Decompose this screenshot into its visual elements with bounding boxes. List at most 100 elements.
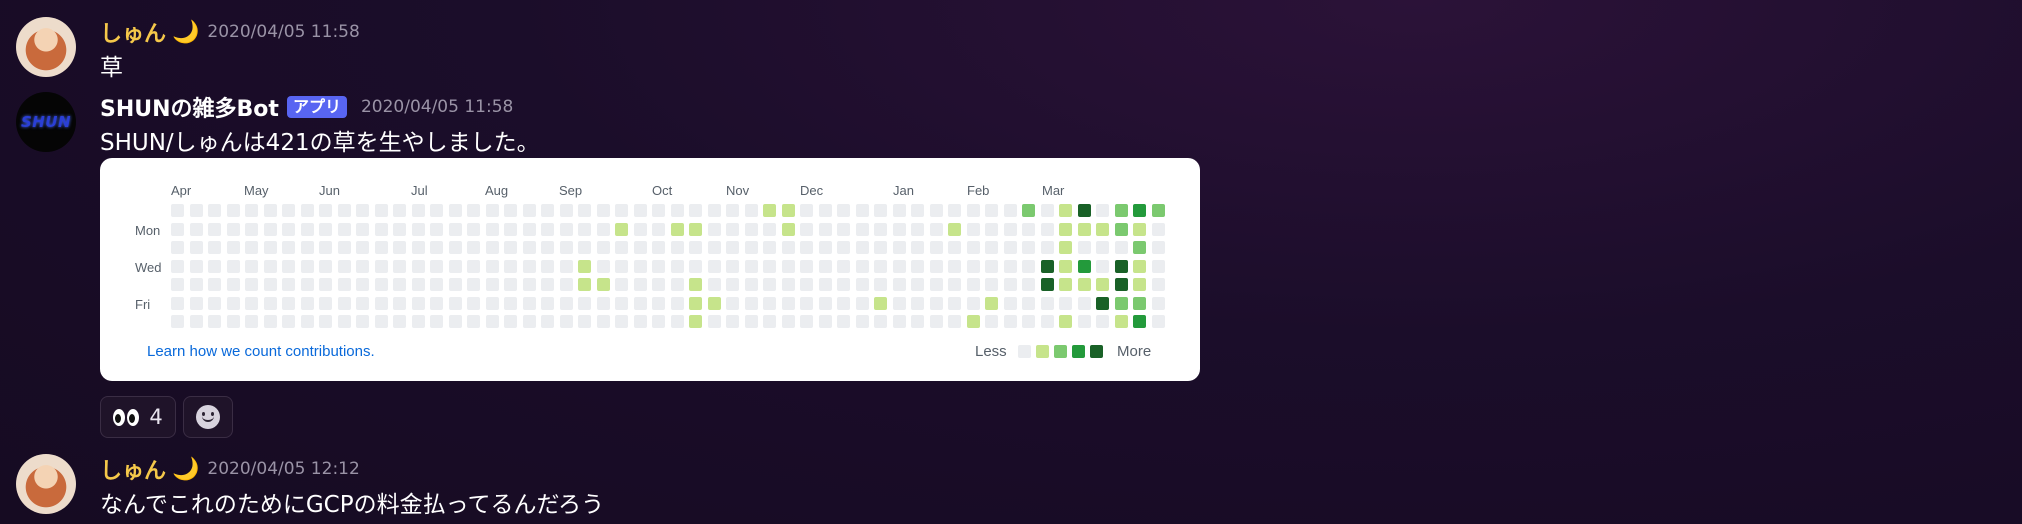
contribution-cell[interactable] bbox=[226, 204, 240, 217]
contribution-cell[interactable] bbox=[652, 222, 665, 236]
contribution-cell[interactable] bbox=[393, 259, 406, 273]
contribution-cell[interactable] bbox=[300, 278, 314, 291]
contribution-cell[interactable] bbox=[726, 222, 739, 236]
contribution-cell[interactable] bbox=[596, 204, 610, 217]
contribution-cell[interactable] bbox=[948, 259, 961, 273]
contribution-cell[interactable] bbox=[1133, 241, 1146, 254]
contribution-cell[interactable] bbox=[393, 222, 406, 236]
contribution-cell[interactable] bbox=[966, 222, 980, 236]
contribution-cell[interactable] bbox=[171, 204, 184, 217]
contribution-cell[interactable] bbox=[892, 315, 906, 328]
contribution-cell[interactable] bbox=[263, 315, 277, 328]
username[interactable]: しゅん bbox=[100, 16, 166, 48]
contribution-cell[interactable] bbox=[208, 315, 221, 328]
contribution-cell[interactable] bbox=[467, 241, 480, 254]
contribution-cell[interactable] bbox=[1022, 204, 1035, 217]
contribution-cell[interactable] bbox=[1151, 296, 1165, 310]
contribution-cell[interactable] bbox=[485, 278, 499, 291]
contribution-cell[interactable] bbox=[818, 204, 832, 217]
contribution-cell[interactable] bbox=[948, 278, 961, 291]
contribution-cell[interactable] bbox=[1133, 278, 1146, 291]
contribution-cell[interactable] bbox=[837, 315, 850, 328]
learn-contributions-link[interactable]: Learn how we count contributions. bbox=[147, 343, 375, 360]
contribution-cell[interactable] bbox=[356, 259, 369, 273]
contribution-cell[interactable] bbox=[393, 204, 406, 217]
contribution-cell[interactable] bbox=[1022, 296, 1035, 310]
contribution-cell[interactable] bbox=[689, 241, 702, 254]
contribution-cell[interactable] bbox=[1077, 278, 1091, 291]
contribution-cell[interactable] bbox=[263, 259, 277, 273]
contribution-cell[interactable] bbox=[522, 259, 536, 273]
contribution-cell[interactable] bbox=[615, 204, 628, 217]
contribution-cell[interactable] bbox=[245, 278, 258, 291]
contribution-cell[interactable] bbox=[744, 222, 758, 236]
contribution-cell[interactable] bbox=[1077, 241, 1091, 254]
contribution-cell[interactable] bbox=[633, 315, 647, 328]
contribution-cell[interactable] bbox=[374, 278, 388, 291]
contribution-cell[interactable] bbox=[911, 241, 924, 254]
contribution-cell[interactable] bbox=[578, 241, 591, 254]
contribution-cell[interactable] bbox=[1003, 222, 1017, 236]
contribution-cell[interactable] bbox=[245, 241, 258, 254]
contribution-cell[interactable] bbox=[522, 222, 536, 236]
contribution-cell[interactable] bbox=[485, 204, 499, 217]
contribution-cell[interactable] bbox=[467, 222, 480, 236]
contribution-cell[interactable] bbox=[670, 315, 684, 328]
contribution-cell[interactable] bbox=[263, 278, 277, 291]
contribution-cell[interactable] bbox=[541, 241, 554, 254]
contribution-cell[interactable] bbox=[578, 222, 591, 236]
contribution-cell[interactable] bbox=[1003, 315, 1017, 328]
contribution-cell[interactable] bbox=[430, 204, 443, 217]
contribution-cell[interactable] bbox=[448, 296, 462, 310]
contribution-cell[interactable] bbox=[966, 259, 980, 273]
contribution-cell[interactable] bbox=[837, 204, 850, 217]
bot-avatar[interactable]: SHUN bbox=[16, 92, 76, 152]
contribution-cell[interactable] bbox=[892, 278, 906, 291]
contribution-cell[interactable] bbox=[430, 259, 443, 273]
contribution-cell[interactable] bbox=[1151, 204, 1165, 217]
contribution-cell[interactable] bbox=[596, 222, 610, 236]
contribution-cell[interactable] bbox=[837, 296, 850, 310]
contribution-cell[interactable] bbox=[226, 315, 240, 328]
contribution-cell[interactable] bbox=[689, 296, 702, 310]
contribution-cell[interactable] bbox=[282, 241, 295, 254]
contribution-cell[interactable] bbox=[171, 296, 184, 310]
contribution-cell[interactable] bbox=[319, 315, 332, 328]
contribution-cell[interactable] bbox=[837, 259, 850, 273]
contribution-cell[interactable] bbox=[374, 259, 388, 273]
contribution-cell[interactable] bbox=[485, 259, 499, 273]
contribution-cell[interactable] bbox=[1096, 222, 1109, 236]
contribution-cell[interactable] bbox=[689, 259, 702, 273]
contribution-cell[interactable] bbox=[670, 278, 684, 291]
contribution-cell[interactable] bbox=[578, 204, 591, 217]
contribution-cell[interactable] bbox=[1059, 278, 1072, 291]
contribution-cell[interactable] bbox=[689, 204, 702, 217]
contribution-cell[interactable] bbox=[1059, 204, 1072, 217]
contribution-cell[interactable] bbox=[800, 278, 813, 291]
contribution-cell[interactable] bbox=[1059, 315, 1072, 328]
contribution-cell[interactable] bbox=[633, 204, 647, 217]
contribution-cell[interactable] bbox=[411, 241, 425, 254]
contribution-cell[interactable] bbox=[1151, 222, 1165, 236]
contribution-cell[interactable] bbox=[929, 259, 943, 273]
contribution-cell[interactable] bbox=[781, 296, 795, 310]
contribution-cell[interactable] bbox=[985, 204, 998, 217]
contribution-cell[interactable] bbox=[1077, 204, 1091, 217]
contribution-cell[interactable] bbox=[892, 222, 906, 236]
contribution-cell[interactable] bbox=[448, 315, 462, 328]
contribution-cell[interactable] bbox=[726, 204, 739, 217]
contribution-cell[interactable] bbox=[245, 222, 258, 236]
contribution-cell[interactable] bbox=[559, 278, 573, 291]
contribution-cell[interactable] bbox=[337, 296, 351, 310]
contribution-cell[interactable] bbox=[874, 296, 887, 310]
contribution-cell[interactable] bbox=[1059, 296, 1072, 310]
contribution-cell[interactable] bbox=[1022, 278, 1035, 291]
user-avatar[interactable] bbox=[16, 17, 76, 77]
contribution-cell[interactable] bbox=[1022, 222, 1035, 236]
contribution-cell[interactable] bbox=[911, 204, 924, 217]
contribution-cell[interactable] bbox=[522, 241, 536, 254]
contribution-cell[interactable] bbox=[837, 241, 850, 254]
contribution-cell[interactable] bbox=[800, 315, 813, 328]
contribution-cell[interactable] bbox=[1096, 204, 1109, 217]
contribution-cell[interactable] bbox=[689, 315, 702, 328]
